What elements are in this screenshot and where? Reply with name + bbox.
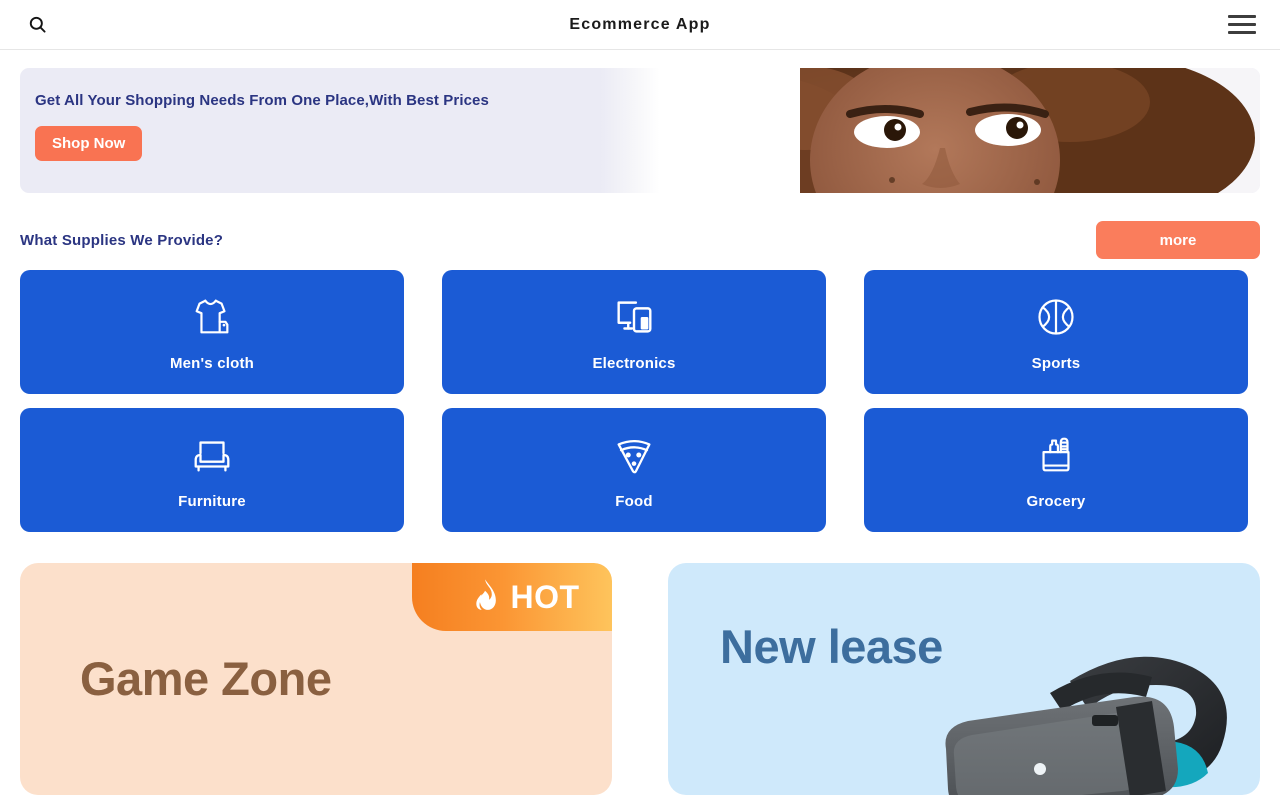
vr-headset-image [945, 656, 1227, 795]
category-card-food[interactable]: Food [442, 408, 826, 532]
category-label: Men's cloth [169, 354, 255, 372]
pizza-slice-icon [611, 431, 657, 479]
tshirt-tag-icon [189, 293, 235, 341]
promo-card-game-zone[interactable]: Game Zone HOT [20, 563, 612, 795]
hot-badge-label: HOT [510, 578, 580, 615]
category-grid: Men's cloth Electronics Sports Furniture… [20, 270, 1260, 532]
promo-card-new-lease[interactable]: New lease [668, 563, 1260, 795]
search-icon [29, 16, 46, 33]
category-card-electronics[interactable]: Electronics [442, 270, 826, 394]
category-card-mens-cloth[interactable]: Men's cloth [20, 270, 404, 394]
category-label: Furniture [178, 492, 246, 510]
hamburger-menu-icon-line-3 [1228, 31, 1256, 34]
supplies-section-header: What Supplies We Provide? more [20, 220, 1260, 260]
search-button[interactable] [22, 10, 52, 40]
armchair-icon [189, 431, 235, 479]
category-card-grocery[interactable]: Grocery [864, 408, 1248, 532]
page-title: Ecommerce App [569, 15, 711, 33]
category-label: Sports [1031, 354, 1081, 372]
flame-icon [476, 579, 497, 610]
hamburger-menu-icon-line-2 [1228, 23, 1256, 26]
promo-cards: Game Zone HOT New lease [20, 563, 1260, 795]
hero-headline: Get All Your Shopping Needs From One Pla… [35, 92, 489, 109]
promo-title: New lease [720, 620, 943, 673]
hero-image-woman-portrait [600, 68, 1260, 193]
hero-content: Get All Your Shopping Needs From One Pla… [20, 68, 640, 193]
hot-badge: HOT [412, 563, 612, 631]
category-card-sports[interactable]: Sports [864, 270, 1248, 394]
app-header: Ecommerce App [0, 0, 1280, 50]
supplies-more-button[interactable]: more [1096, 221, 1260, 259]
category-card-furniture[interactable]: Furniture [20, 408, 404, 532]
category-label: Electronics [592, 354, 676, 372]
hamburger-menu-button[interactable] [1228, 11, 1260, 39]
basketball-icon [1034, 293, 1078, 341]
hero-banner[interactable]: Get All Your Shopping Needs From One Pla… [20, 68, 1260, 193]
grocery-basket-icon [1033, 431, 1079, 479]
promo-title: Game Zone [80, 652, 332, 705]
shop-now-button[interactable]: Shop Now [35, 126, 143, 161]
category-label: Food [615, 492, 653, 510]
category-label: Grocery [1026, 492, 1086, 510]
supplies-title: What Supplies We Provide? [20, 231, 224, 249]
devices-icon [611, 293, 657, 341]
hamburger-menu-icon-line-1 [1228, 15, 1256, 18]
